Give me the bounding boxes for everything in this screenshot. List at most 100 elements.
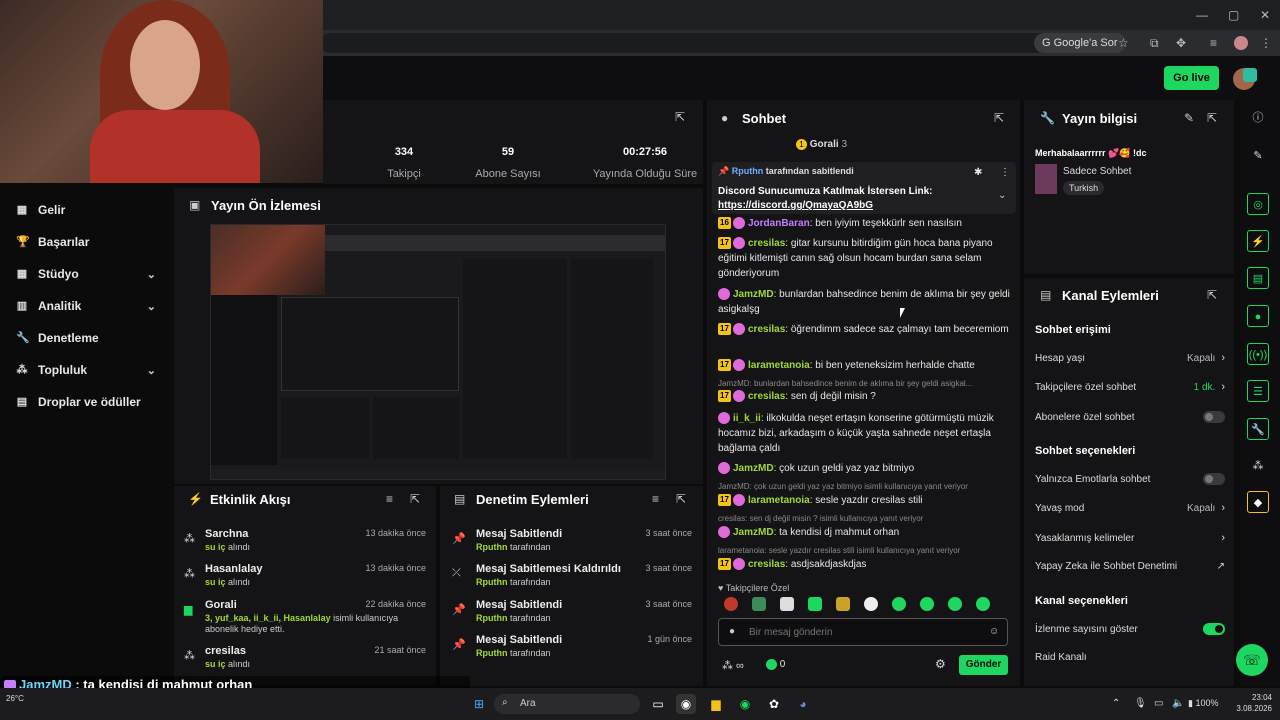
- stream-preview[interactable]: [210, 224, 666, 480]
- taskbar-search[interactable]: ⌕ Ara: [494, 694, 640, 714]
- emote-icon[interactable]: [836, 597, 850, 611]
- chat-message[interactable]: 17 larametanoia: bi ben yeteneksizim herh…: [718, 358, 1014, 373]
- chat-message[interactable]: 17 larametanoia: sesle yazdır cresilas st…: [718, 493, 1014, 508]
- setting-row[interactable]: Yavaş mod Kapalı ›: [1035, 502, 1225, 514]
- chat-message[interactable]: 17 cresilas: gitar kursunu bitirdiğim gün…: [718, 236, 1014, 281]
- lightning-icon[interactable]: ⚡: [1247, 230, 1269, 252]
- setting-control[interactable]: [1203, 473, 1225, 485]
- profile-avatar[interactable]: [1234, 36, 1248, 50]
- chat-message[interactable]: 17 cresilas: sen dj değil misin ?: [718, 389, 1014, 404]
- chat-message[interactable]: 17 cresilas: öğrendimm sadece saz çalmayı…: [718, 322, 1014, 337]
- emote-icon[interactable]: [752, 597, 766, 611]
- pin-icon[interactable]: ✱: [974, 167, 982, 178]
- category-name[interactable]: Sadece Sohbet: [1063, 166, 1131, 177]
- chat-message[interactable]: 17 cresilas: asdjsakdjaskdjas: [718, 557, 1014, 572]
- popout-icon[interactable]: ⇱: [676, 492, 686, 506]
- emote-icon[interactable]: [976, 597, 990, 611]
- popout-icon[interactable]: ⇱: [1207, 111, 1217, 125]
- chat-message[interactable]: 16 JordanBaran: ben iyiyim teşekkürlr sen…: [718, 216, 1014, 231]
- emote-icon[interactable]: [724, 597, 738, 611]
- clock[interactable]: 23:04 3.08.2026: [1236, 692, 1272, 714]
- toggle-switch[interactable]: [1203, 411, 1225, 423]
- community-icon[interactable]: ⁂: [1247, 455, 1269, 477]
- tray-chevron-icon[interactable]: ⌃: [1112, 698, 1120, 709]
- target-icon[interactable]: ◎: [1247, 193, 1269, 215]
- chat-username[interactable]: cresilas: [748, 324, 785, 335]
- sidebar-item-5[interactable]: ⁂ Topluluk ⌄: [16, 360, 157, 380]
- chat-username[interactable]: cresilas: [748, 559, 785, 570]
- battery-indicator[interactable]: ▮ 100%: [1188, 698, 1218, 709]
- volume-icon[interactable]: 🔈: [1172, 698, 1184, 709]
- emote-icon[interactable]: [892, 597, 906, 611]
- windows-start-icon[interactable]: ⊞: [469, 694, 489, 714]
- microphone-icon[interactable]: 🎙: [1134, 698, 1147, 709]
- setting-control[interactable]: ›: [1221, 532, 1225, 544]
- setting-control[interactable]: Kapalı ›: [1187, 502, 1225, 514]
- emote-icon[interactable]: [948, 597, 962, 611]
- sidebar-item-3[interactable]: ▥ Analitik ⌄: [16, 296, 156, 316]
- network-icon[interactable]: ▭: [1154, 698, 1163, 709]
- chat-username[interactable]: JamzMD: [733, 289, 774, 300]
- popout-icon[interactable]: ⇱: [994, 111, 1004, 125]
- chat-input[interactable]: [749, 625, 979, 639]
- chevron-down-icon[interactable]: ⌄: [998, 190, 1006, 201]
- pinned-link[interactable]: https://discord.gg/QmayaQA9bG: [718, 200, 873, 211]
- chat-username[interactable]: larametanoia: [748, 495, 810, 506]
- sidebar-item-4[interactable]: 🔧 Denetleme: [16, 328, 156, 348]
- emote-icon[interactable]: [920, 597, 934, 611]
- folder-icon[interactable]: ▆: [706, 694, 726, 714]
- sidebar-item-6[interactable]: ▤ Droplar ve ödüller: [16, 392, 156, 412]
- weather-widget[interactable]: 26°C: [6, 694, 24, 703]
- close-icon[interactable]: ✕: [1260, 5, 1270, 25]
- chat-message[interactable]: JamzMD: ta kendisi dj mahmut orhan: [718, 525, 1014, 540]
- setting-control[interactable]: [1203, 411, 1225, 423]
- extension-icon[interactable]: ⧉: [1150, 33, 1159, 53]
- star-icon[interactable]: ☆: [1118, 33, 1129, 53]
- help-support-button[interactable]: ☏: [1236, 644, 1268, 676]
- chrome-icon[interactable]: ◉: [676, 694, 696, 714]
- toggle-switch[interactable]: [1203, 623, 1225, 635]
- setting-row[interactable]: İzlenme sayısını göster: [1035, 623, 1225, 635]
- chat-username[interactable]: JamzMD: [733, 463, 774, 474]
- list-icon[interactable]: ☰: [1247, 380, 1269, 402]
- points-display[interactable]: 0: [766, 659, 785, 670]
- setting-control[interactable]: ↗: [1217, 561, 1225, 572]
- channel-switch-icon[interactable]: [1243, 68, 1257, 82]
- google-ask-button[interactable]: G Google'a Sor: [1034, 33, 1126, 53]
- toggle-switch[interactable]: [1203, 473, 1225, 485]
- setting-control[interactable]: 1 dk. ›: [1194, 381, 1225, 393]
- chat-username[interactable]: cresilas: [748, 391, 785, 402]
- emote-icon[interactable]: [780, 597, 794, 611]
- reading-list-icon[interactable]: ≡: [1210, 33, 1217, 53]
- chat-message[interactable]: ii_k_ii: ilkokulda neşet ertaşın konseri…: [718, 411, 1014, 456]
- chat-input-box[interactable]: ● ☺: [718, 618, 1008, 646]
- setting-row[interactable]: Takipçilere özel sohbet 1 dk. ›: [1035, 381, 1225, 393]
- broadcast-icon[interactable]: ((•)): [1247, 343, 1269, 365]
- setting-control[interactable]: Kapalı ›: [1187, 352, 1225, 364]
- address-bar[interactable]: [320, 33, 1120, 53]
- chat-username[interactable]: ii_k_ii: [733, 413, 761, 424]
- sidebar-item-0[interactable]: ▦ Gelir: [16, 200, 156, 220]
- setting-row[interactable]: Yalnızca Emotlarla sohbet: [1035, 473, 1225, 485]
- chat-username[interactable]: JordanBaran: [748, 218, 810, 229]
- popout-icon[interactable]: ⇱: [410, 492, 420, 506]
- menu-dots-icon[interactable]: ⋮: [1260, 33, 1272, 53]
- chat-username[interactable]: JamzMD: [733, 527, 774, 538]
- sidebar-item-2[interactable]: ▦ Stüdyo ⌄: [16, 264, 156, 284]
- spotify-icon[interactable]: ◉: [735, 694, 755, 714]
- setting-row[interactable]: Yasaklanmış kelimeler ›: [1035, 532, 1225, 544]
- pinned-message[interactable]: 📌 Rputhn tarafından sabitlendi ✱ ⋮ Disco…: [712, 162, 1016, 214]
- chat-username[interactable]: larametanoia: [748, 360, 810, 371]
- diamond-icon[interactable]: ◆: [1247, 491, 1269, 513]
- edit-icon[interactable]: ✎: [1184, 111, 1194, 125]
- go-live-button[interactable]: Go live: [1164, 66, 1219, 90]
- popout-icon[interactable]: ⇱: [1207, 288, 1217, 302]
- app-icon[interactable]: ✿: [764, 694, 784, 714]
- maximize-icon[interactable]: ▢: [1228, 5, 1239, 25]
- filter-icon[interactable]: ≡: [386, 492, 393, 506]
- send-button[interactable]: Gönder: [959, 655, 1008, 675]
- emoji-icon[interactable]: ☺: [989, 626, 999, 637]
- document-icon[interactable]: ▤: [1247, 267, 1269, 289]
- chat-username[interactable]: cresilas: [748, 238, 785, 249]
- sidebar-item-1[interactable]: 🏆 Başarılar: [16, 232, 156, 252]
